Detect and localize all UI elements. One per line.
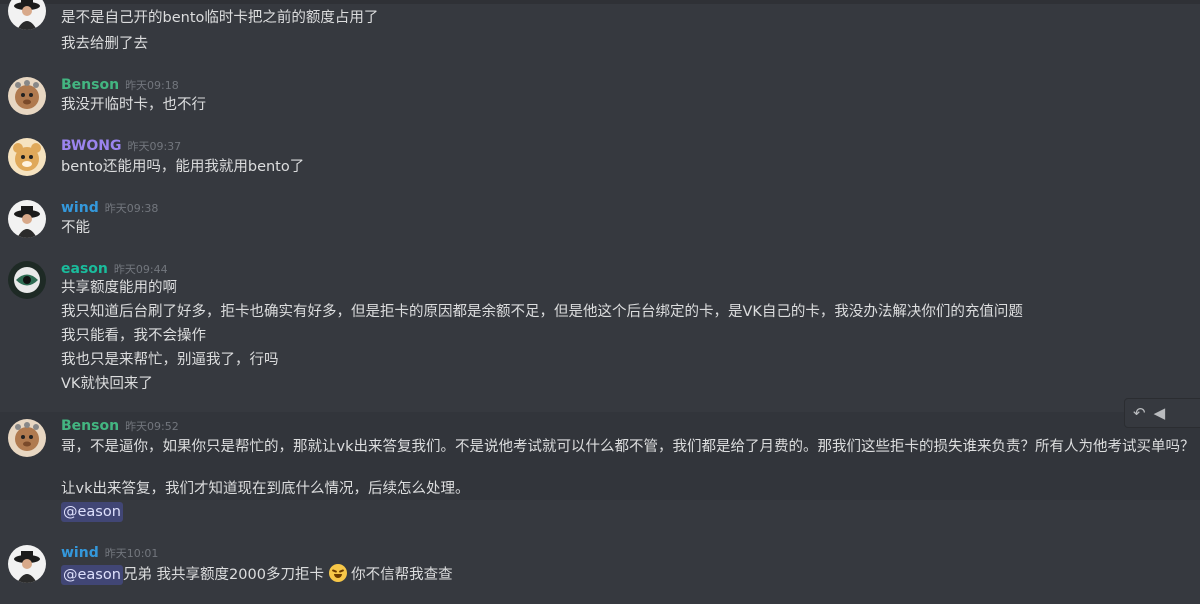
- mention-line: @eason: [61, 502, 123, 522]
- username[interactable]: Benson: [61, 418, 119, 434]
- timestamp: 昨天09:38: [104, 202, 159, 215]
- channel-header-edge: [0, 0, 1200, 4]
- timestamp: 昨天09:37: [127, 140, 182, 153]
- chat-message-list: 是不是自己开的bento临时卡把之前的额度占用了 我去给删了去 Benson 昨…: [0, 0, 1200, 604]
- username[interactable]: eason: [61, 261, 108, 277]
- username[interactable]: wind: [61, 545, 99, 561]
- avatar[interactable]: [8, 200, 46, 238]
- message-header: BWONG 昨天09:37: [61, 138, 181, 156]
- message-text: 是不是自己开的bento临时卡把之前的额度占用了: [61, 10, 379, 26]
- message-text: VK就快回来了: [61, 376, 153, 392]
- message-header: wind 昨天10:01: [61, 545, 158, 563]
- message-text: bento还能用吗，能用我就用bento了: [61, 159, 305, 175]
- message-text: 哥，不是逼你，如果你只是帮忙的，那就让vk出来答复我们。不是说他考试就可以什么都…: [61, 439, 1195, 455]
- reply-icon[interactable]: ↶: [1133, 398, 1146, 428]
- timestamp: 昨天09:44: [113, 263, 168, 276]
- username[interactable]: Benson: [61, 77, 119, 93]
- message-header: Benson 昨天09:52: [61, 418, 179, 436]
- user-mention[interactable]: @eason: [61, 565, 123, 585]
- timestamp: 昨天10:01: [104, 547, 159, 560]
- message-text-part: 你不信帮我查查: [346, 567, 453, 583]
- message-text: 我只知道后台刷了好多，拒卡也确实有好多，但是拒卡的原因都是余额不足，但是他这个后…: [61, 304, 1023, 320]
- message-text: 不能: [61, 220, 90, 236]
- avatar[interactable]: [8, 77, 46, 115]
- message-text: @eason 兄弟 我共享额度2000多刀拒卡 你不信帮我查查: [61, 564, 453, 585]
- username[interactable]: wind: [61, 200, 99, 216]
- more-icon[interactable]: ◀: [1154, 398, 1166, 428]
- avatar[interactable]: [8, 419, 46, 457]
- user-mention[interactable]: @eason: [61, 502, 123, 522]
- message-text: 我去给删了去: [61, 36, 148, 52]
- message-header: Benson 昨天09:18: [61, 77, 179, 95]
- message-text: 我没开临时卡，也不行: [61, 97, 206, 113]
- message-header: wind 昨天09:38: [61, 200, 158, 218]
- username[interactable]: BWONG: [61, 138, 121, 154]
- message-text: 我也只是来帮忙，别逼我了，行吗: [61, 352, 279, 368]
- avatar[interactable]: [8, 0, 46, 30]
- message-header: eason 昨天09:44: [61, 261, 168, 279]
- avatar[interactable]: [8, 261, 46, 299]
- timestamp: 昨天09:18: [125, 79, 179, 92]
- message-text: 让vk出来答复，我们才知道现在到底什么情况，后续怎么处理。: [61, 481, 470, 497]
- avatar[interactable]: [8, 545, 46, 583]
- message-text: 我只能看，我不会操作: [61, 328, 206, 344]
- laughing-emoji-icon: [328, 564, 347, 582]
- message-text: 共享额度能用的啊: [61, 280, 177, 296]
- timestamp: 昨天09:52: [125, 420, 179, 433]
- message-text-part: 兄弟 我共享额度2000多刀拒卡: [122, 567, 324, 583]
- avatar[interactable]: [8, 138, 46, 176]
- message-actions-toolbar: ↶ ◀: [1124, 398, 1200, 428]
